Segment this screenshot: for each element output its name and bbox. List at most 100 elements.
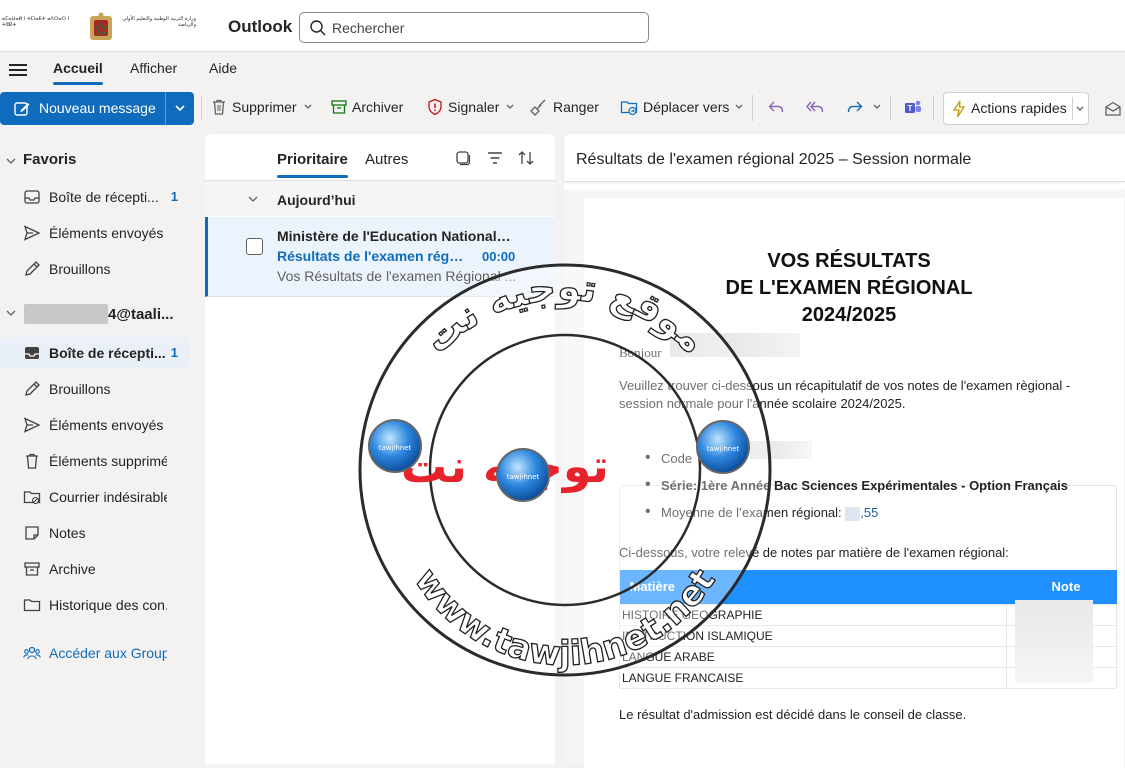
folder-icon: [23, 599, 41, 612]
emblem-icon: [90, 12, 112, 40]
folder-junk[interactable]: Courrier indésirable: [0, 481, 190, 513]
mail-read-icon[interactable]: [1104, 100, 1122, 118]
trash-icon[interactable]: [210, 98, 228, 116]
chevron-down-icon: [6, 310, 16, 316]
folder-notes[interactable]: Notes: [0, 517, 190, 549]
results-title-line-2: DE L'EXAMEN RÉGIONAL: [725, 277, 973, 299]
tab-afficher[interactable]: Afficher: [130, 60, 177, 76]
tab-aide[interactable]: Aide: [209, 60, 237, 76]
folder-drafts[interactable]: Brouillons: [0, 373, 190, 405]
redacted-grades: [1015, 600, 1093, 683]
date-group-header[interactable]: Aujourd’hui: [205, 180, 555, 216]
draft-icon: [25, 261, 40, 276]
account-collapse[interactable]: [0, 303, 20, 323]
chevron-down-icon[interactable]: [1075, 104, 1085, 114]
move-folder-icon[interactable]: [620, 98, 638, 116]
redacted-code: [750, 441, 812, 459]
folder-label: Brouillons: [49, 381, 111, 397]
chevron-down-icon[interactable]: [303, 102, 313, 112]
intro-line-2: session normale pour l'année scolaire 20…: [619, 396, 906, 411]
table-intro: Ci-dessous, votre relevé de notes par ma…: [619, 545, 1009, 560]
mail-subject: Résultats de l'examen régio...: [277, 248, 467, 264]
subject-cell: LANGUE FRANCAISE: [619, 666, 1007, 689]
tab-other[interactable]: Autres: [365, 151, 408, 168]
subject-cell: HISTOIRE GEOGRAPHIE: [619, 603, 1007, 626]
mail-list-item[interactable]: Ministère de l'Education Nationale,... R…: [205, 217, 555, 297]
sort-icon[interactable]: [517, 149, 535, 167]
folder-favorites-drafts[interactable]: Brouillons: [0, 253, 190, 285]
tab-accueil[interactable]: Accueil: [53, 60, 103, 85]
new-message-label: Nouveau message: [39, 100, 156, 116]
folder-label: Courrier indésirable: [49, 489, 167, 505]
ribbon-divider: [933, 95, 934, 121]
reply-icon[interactable]: [767, 98, 785, 116]
svg-text:T: T: [908, 104, 913, 113]
forward-icon[interactable]: [846, 98, 864, 116]
quick-actions-button[interactable]: Actions rapides: [943, 92, 1089, 125]
filter-icon[interactable]: [486, 149, 504, 167]
subject-column-header: Matière: [619, 570, 1007, 604]
compose-icon: [14, 102, 30, 116]
select-mode-icon[interactable]: [454, 149, 472, 167]
folder-deleted[interactable]: Éléments supprimés: [0, 445, 190, 477]
teams-icon[interactable]: T: [904, 98, 922, 116]
groups-link[interactable]: Accéder aux Group...: [0, 637, 190, 669]
folder-label: Brouillons: [49, 261, 111, 277]
folder-label: Boîte de récepti...: [49, 189, 159, 205]
results-title-line-1: VOS RÉSULTATS: [767, 250, 931, 272]
average-label: Moyenne de l’examen régional:: [661, 505, 846, 520]
account-label[interactable]: 4@taali...: [108, 306, 174, 323]
sweep-button[interactable]: Ranger: [553, 99, 599, 115]
draft-icon: [25, 381, 40, 396]
ministry-logo: ⴰⵎⴰⵡⴰⵍ ⵏ ⵜⵎⵏⴰⴹⵜ ⴰⴷⵔⴰⵔ ⵏ ⵜⵓⴽⵜ وزارة الترب…: [0, 8, 200, 46]
search-input[interactable]: [330, 14, 640, 41]
archive-icon[interactable]: [330, 98, 348, 116]
folder-inbox[interactable]: Boîte de récepti... 1: [0, 337, 190, 369]
average-line: Moyenne de l’examen régional: ,55: [645, 503, 878, 522]
chevron-down-icon[interactable]: [734, 102, 744, 112]
split-divider: [1072, 97, 1073, 120]
folder-label: Éléments envoyés: [49, 225, 164, 241]
chevron-down-icon[interactable]: [505, 102, 515, 112]
results-title-line-3: 2024/2025: [801, 304, 897, 326]
shield-report-icon[interactable]: [426, 98, 444, 116]
serie-line: Série: 1ère Année Bac Sciences Expérimen…: [645, 476, 1068, 495]
hamburger-menu-icon[interactable]: [9, 61, 27, 79]
report-button[interactable]: Signaler: [448, 99, 499, 115]
tab-focused[interactable]: Prioritaire: [277, 151, 348, 178]
unread-count: 1: [170, 189, 178, 204]
folder-label: Notes: [49, 525, 86, 541]
folder-pane: Favoris Boîte de récepti... 1 Éléments e…: [0, 134, 200, 764]
chevron-down-icon[interactable]: [872, 102, 882, 112]
folder-sent[interactable]: Éléments envoyés: [0, 409, 190, 441]
logo-arabic-text: وزارة التربية الوطنية والتعليم الأولي وا…: [122, 16, 196, 28]
intro-line-1: Veuillez trouver ci-dessous un récapitul…: [619, 378, 1071, 393]
reading-pane-header: Résultats de l'examen régional 2025 – Se…: [564, 134, 1125, 182]
folder-conversation-history[interactable]: Historique des con...: [0, 589, 190, 621]
archive-button[interactable]: Archiver: [352, 99, 403, 115]
inbox-icon: [24, 190, 40, 204]
broom-icon[interactable]: [530, 98, 548, 116]
greeting: Bonjour: [619, 345, 662, 360]
search-box[interactable]: [299, 12, 649, 43]
ribbon-divider: [752, 95, 753, 121]
unread-count: 1: [170, 345, 178, 360]
reply-all-icon[interactable]: [806, 98, 824, 116]
favorites-header[interactable]: Favoris: [0, 151, 190, 173]
delete-button[interactable]: Supprimer: [232, 99, 297, 115]
chevron-down-icon[interactable]: [173, 101, 187, 115]
logo-tifinagh-text: ⴰⵎⴰⵡⴰⵍ ⵏ ⵜⵎⵏⴰⴹⵜ ⴰⴷⵔⴰⵔ ⵏ ⵜⵓⴽⵜ: [2, 16, 70, 28]
folder-favorites-sent[interactable]: Éléments envoyés: [0, 217, 190, 249]
redacted-account-name: [24, 304, 108, 324]
select-checkbox[interactable]: [246, 238, 263, 255]
folder-favorites-inbox[interactable]: Boîte de récepti... 1: [0, 181, 190, 213]
move-to-button[interactable]: Déplacer vers: [643, 99, 729, 115]
folder-label: Archive: [49, 561, 96, 577]
ribbon-divider: [201, 95, 202, 121]
favorites-label: Favoris: [23, 151, 77, 168]
split-divider: [165, 92, 166, 125]
new-message-button[interactable]: Nouveau message: [0, 92, 194, 125]
subject-cell: LANGUE ARABE: [619, 645, 1007, 668]
folder-archive[interactable]: Archive: [0, 553, 190, 585]
code-line: Code: [645, 449, 692, 468]
